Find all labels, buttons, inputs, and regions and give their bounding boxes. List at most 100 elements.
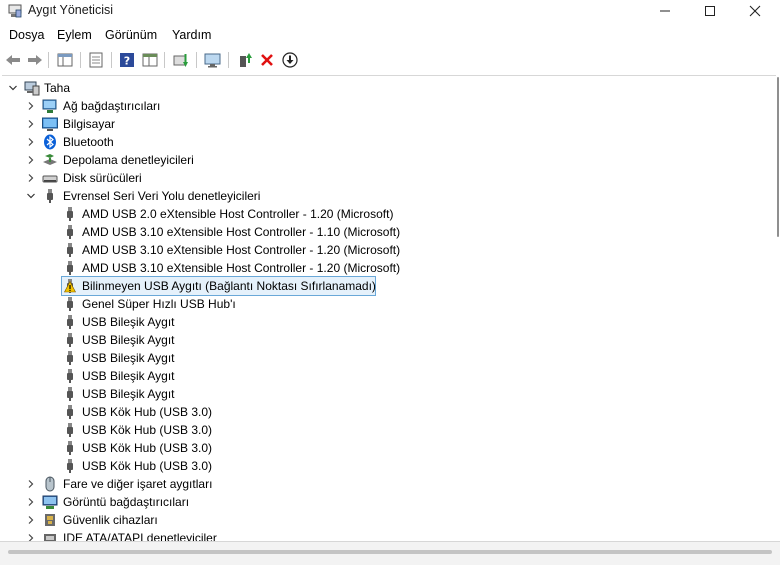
- tree-device-row[interactable]: Genel Süper Hızlı USB Hub'ı: [2, 295, 762, 313]
- toolbar-separator: [196, 52, 197, 68]
- device-label: Genel Süper Hızlı USB Hub'ı: [82, 297, 236, 311]
- usb-icon: [67, 441, 73, 455]
- tree-device-row[interactable]: USB Kök Hub (USB 3.0): [2, 421, 762, 439]
- tree-category-display-adapters[interactable]: Görüntü bağdaştırıcıları: [2, 493, 762, 511]
- forward-button[interactable]: [26, 51, 44, 69]
- tree-device-row[interactable]: USB Bileşik Aygıt: [2, 349, 762, 367]
- device-label: USB Kök Hub (USB 3.0): [82, 405, 213, 419]
- vertical-scroll-thumb[interactable]: [777, 77, 779, 237]
- chevron-right-icon[interactable]: [26, 155, 36, 165]
- scan-hardware-button[interactable]: [204, 51, 222, 69]
- chevron-right-icon[interactable]: [26, 479, 36, 489]
- properties-icon: [89, 52, 103, 68]
- tree-device-row[interactable]: USB Bileşik Aygıt: [2, 331, 762, 349]
- menu-help[interactable]: Yardım: [172, 28, 211, 42]
- vertical-scrollbar[interactable]: [776, 75, 780, 541]
- minimize-button[interactable]: [642, 0, 688, 22]
- device-label: USB Bileşik Aygıt: [82, 315, 175, 329]
- horizontal-scrollbar[interactable]: [0, 541, 780, 565]
- forward-arrow-icon: [28, 55, 42, 65]
- properties-button[interactable]: [87, 51, 105, 69]
- tree-device-row[interactable]: USB Bileşik Aygıt: [2, 385, 762, 403]
- menu-action[interactable]: Eylem: [57, 28, 92, 42]
- chevron-right-icon[interactable]: [26, 497, 36, 507]
- tree-category-security-devices[interactable]: Güvenlik cihazları: [2, 511, 762, 529]
- computer-icon: [24, 81, 40, 96]
- usb-icon: [67, 207, 73, 221]
- horizontal-scroll-thumb[interactable]: [8, 550, 772, 554]
- toolbar-separator: [111, 52, 112, 68]
- device-label: AMD USB 3.10 eXtensible Host Controller …: [82, 243, 401, 257]
- tree-device-row[interactable]: USB Bileşik Aygıt: [2, 367, 762, 385]
- category-label: Ağ bağdaştırıcıları: [63, 99, 161, 113]
- download-button[interactable]: [281, 51, 299, 69]
- download-icon: [282, 52, 298, 68]
- tree-category-bluetooth[interactable]: Bluetooth: [2, 133, 762, 151]
- chevron-right-icon[interactable]: [26, 137, 36, 147]
- device-label: Bilinmeyen USB Aygıtı (Bağlantı Noktası …: [82, 279, 376, 293]
- chevron-right-icon[interactable]: [26, 515, 36, 525]
- svg-text:?: ?: [124, 55, 130, 68]
- tree-category-network-adapters[interactable]: Ağ bağdaştırıcıları: [2, 97, 762, 115]
- maximize-icon: [705, 6, 715, 16]
- usb-icon: [67, 405, 73, 419]
- bluetooth-icon: [44, 134, 56, 150]
- usb-icon: [67, 243, 73, 257]
- device-label: USB Bileşik Aygıt: [82, 333, 175, 347]
- uninstall-device-button[interactable]: [258, 51, 276, 69]
- usb-icon: [67, 333, 73, 347]
- window-title: Aygıt Yöneticisi: [28, 3, 114, 17]
- tree-category-usb-controllers[interactable]: Evrensel Seri Veri Yolu denetleyicileri: [2, 187, 762, 205]
- disk-drive-icon: [42, 175, 58, 183]
- device-label: AMD USB 3.10 eXtensible Host Controller …: [82, 261, 401, 275]
- help-button[interactable]: ?: [118, 51, 136, 69]
- security-device-icon: [45, 514, 55, 526]
- help-icon: ?: [120, 53, 134, 68]
- device-label: USB Kök Hub (USB 3.0): [82, 441, 213, 455]
- usb-icon: [47, 189, 53, 203]
- tree-device-row[interactable]: USB Kök Hub (USB 3.0): [2, 457, 762, 475]
- category-label: Evrensel Seri Veri Yolu denetleyicileri: [63, 189, 261, 203]
- enable-device-icon: [240, 53, 252, 67]
- chevron-down-icon[interactable]: [26, 191, 36, 201]
- maximize-button[interactable]: [687, 0, 733, 22]
- update-driver-button[interactable]: [172, 51, 190, 69]
- device-label: USB Bileşik Aygıt: [82, 369, 175, 383]
- tree-category-storage-controllers[interactable]: Depolama denetleyicileri: [2, 151, 762, 169]
- storage-controller-icon: [43, 154, 57, 165]
- toolbar-separator: [48, 52, 49, 68]
- category-label: Disk sürücüleri: [63, 171, 142, 185]
- tree-device-row[interactable]: USB Kök Hub (USB 3.0): [2, 439, 762, 457]
- close-button[interactable]: [732, 0, 778, 22]
- chevron-right-icon[interactable]: [26, 173, 36, 183]
- tree-device-row[interactable]: USB Kök Hub (USB 3.0): [2, 403, 762, 421]
- tree-category-disk-drives[interactable]: Disk sürücüleri: [2, 169, 762, 187]
- show-hide-console-tree-button[interactable]: [56, 51, 74, 69]
- tree-device-row[interactable]: AMD USB 3.10 eXtensible Host Controller …: [2, 241, 762, 259]
- toolbar-separator: [228, 52, 229, 68]
- tree-device-row[interactable]: AMD USB 3.10 eXtensible Host Controller …: [2, 223, 762, 241]
- chevron-down-icon[interactable]: [8, 83, 18, 93]
- chevron-right-icon[interactable]: [26, 101, 36, 111]
- tree-category-mice[interactable]: Fare ve diğer işaret aygıtları: [2, 475, 762, 493]
- tree-root[interactable]: Taha: [2, 79, 762, 97]
- warning-icon: [64, 281, 76, 293]
- device-label: AMD USB 2.0 eXtensible Host Controller -…: [82, 207, 394, 221]
- back-button[interactable]: [4, 51, 22, 69]
- view-button[interactable]: [141, 51, 159, 69]
- category-label: Görüntü bağdaştırıcıları: [63, 495, 190, 509]
- menu-file[interactable]: Dosya: [9, 28, 44, 42]
- tree-device-row[interactable]: AMD USB 3.10 eXtensible Host Controller …: [2, 259, 762, 277]
- tree-category-computer[interactable]: Bilgisayar: [2, 115, 762, 133]
- device-label: USB Bileşik Aygıt: [82, 351, 175, 365]
- tree-device-row[interactable]: USB Bileşik Aygıt: [2, 313, 762, 331]
- category-label: Bilgisayar: [63, 117, 116, 131]
- tree-device-row[interactable]: AMD USB 2.0 eXtensible Host Controller -…: [2, 205, 762, 223]
- show-hide-console-tree-icon: [57, 53, 73, 67]
- tree-device-row-selected[interactable]: Bilinmeyen USB Aygıtı (Bağlantı Noktası …: [2, 276, 762, 296]
- enable-device-button[interactable]: [236, 51, 254, 69]
- chevron-right-icon[interactable]: [26, 119, 36, 129]
- device-manager-app-icon: [8, 4, 22, 18]
- menu-view[interactable]: Görünüm: [105, 28, 157, 42]
- device-label: USB Bileşik Aygıt: [82, 387, 175, 401]
